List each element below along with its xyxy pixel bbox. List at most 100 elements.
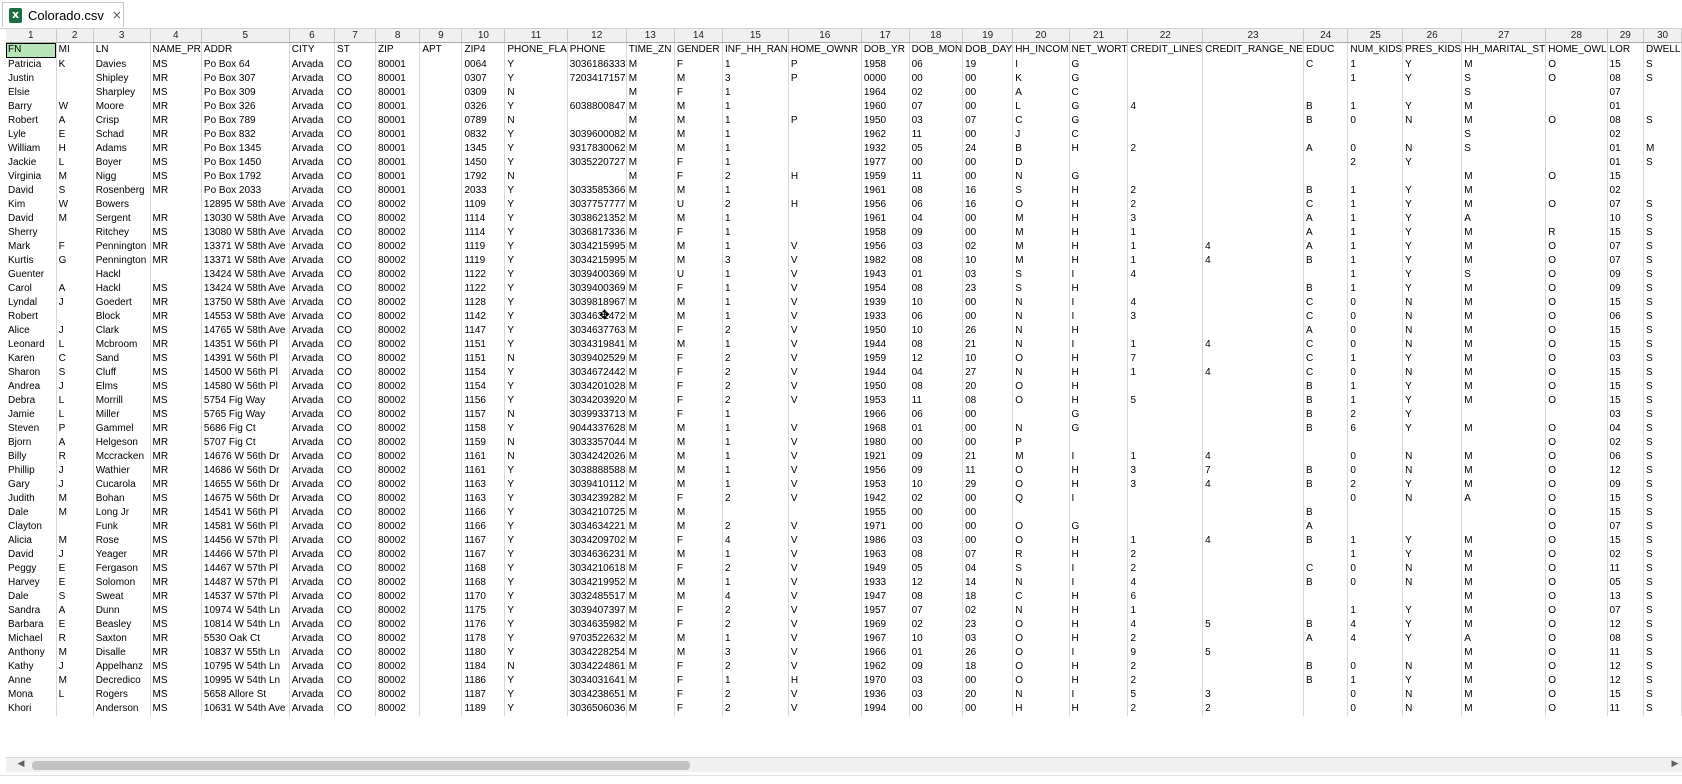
table-cell[interactable] [1127, 505, 1204, 520]
table-cell[interactable]: M [1461, 225, 1547, 240]
table-cell[interactable]: 08 [1607, 631, 1645, 646]
table-cell[interactable]: R [56, 631, 94, 646]
table-cell[interactable]: 14456 W 57th Pl [201, 533, 290, 548]
table-cell[interactable]: Bohan [93, 491, 151, 506]
table-cell[interactable]: Y [1402, 267, 1463, 282]
table-cell[interactable]: M [626, 533, 675, 548]
table-cell[interactable]: Y [1402, 99, 1463, 114]
table-cell[interactable] [1545, 99, 1608, 114]
table-cell[interactable]: 1971 [861, 519, 910, 534]
table-cell[interactable]: H [1069, 253, 1129, 268]
table-cell[interactable]: V [788, 603, 862, 618]
table-cell[interactable]: Y [504, 603, 568, 618]
table-cell[interactable]: S [1643, 645, 1682, 660]
table-cell[interactable]: M [626, 463, 675, 478]
table-cell[interactable]: 2 [1127, 197, 1204, 212]
table-cell[interactable]: MR [150, 421, 202, 436]
table-cell[interactable]: H [1069, 477, 1129, 492]
table-cell[interactable]: M [626, 561, 675, 576]
table-cell[interactable]: MR [150, 477, 202, 492]
table-cell[interactable]: Y [504, 645, 568, 660]
table-cell[interactable]: Fergason [93, 561, 151, 576]
table-cell[interactable]: C [1303, 351, 1349, 366]
table-cell[interactable]: Lyndal [6, 295, 57, 310]
table-cell[interactable]: 1950 [861, 323, 910, 338]
table-cell[interactable] [722, 505, 789, 520]
table-cell[interactable]: N [504, 169, 568, 184]
table-cell[interactable]: 06 [1607, 449, 1645, 464]
table-cell[interactable] [1202, 323, 1304, 338]
table-cell[interactable]: A [1461, 211, 1547, 226]
table-cell[interactable]: 3034210725 [567, 505, 627, 520]
table-cell[interactable]: 02 [1607, 183, 1645, 198]
table-cell[interactable]: Crisp [93, 113, 151, 128]
table-cell[interactable]: S [1643, 589, 1682, 604]
table-cell[interactable]: S [1643, 309, 1682, 324]
table-cell[interactable]: M [674, 99, 724, 114]
table-cell[interactable]: CO [334, 127, 377, 142]
table-cell[interactable]: Y [1402, 533, 1463, 548]
table-cell[interactable]: N [1402, 561, 1463, 576]
table-cell[interactable]: H [1069, 393, 1129, 408]
table-cell[interactable] [419, 239, 463, 254]
table-cell[interactable] [1545, 127, 1608, 142]
table-cell[interactable]: S [1461, 85, 1547, 100]
table-cell[interactable]: Y [504, 267, 568, 282]
table-cell[interactable]: Arvada [289, 463, 336, 478]
table-cell[interactable] [419, 547, 463, 562]
table-cell[interactable]: 2 [722, 617, 789, 632]
table-cell[interactable]: 07 [1607, 85, 1645, 100]
table-cell[interactable]: 1950 [861, 113, 910, 128]
table-cell[interactable]: 5707 Fig Ct [201, 435, 290, 450]
table-cell[interactable]: CO [334, 505, 377, 520]
table-cell[interactable]: S [1643, 673, 1682, 688]
table-cell[interactable]: 6 [1127, 589, 1204, 604]
table-cell[interactable]: O [1545, 435, 1608, 450]
table-cell[interactable]: 1 [1347, 533, 1404, 548]
table-cell[interactable]: B [1303, 113, 1349, 128]
table-cell[interactable]: 1166 [461, 505, 506, 520]
table-cell[interactable] [1347, 519, 1404, 534]
table-cell[interactable]: O [1012, 519, 1070, 534]
table-cell[interactable]: 1189 [461, 701, 506, 716]
table-cell[interactable]: Po Box 64 [201, 57, 290, 72]
table-cell[interactable]: 80002 [375, 477, 421, 492]
table-cell[interactable]: M [674, 519, 724, 534]
table-cell[interactable]: Arvada [289, 309, 336, 324]
table-cell[interactable]: 00 [962, 533, 1014, 548]
table-cell[interactable]: S [1643, 281, 1682, 296]
table-cell[interactable]: P [56, 421, 94, 436]
table-cell[interactable]: 2 [1347, 477, 1404, 492]
table-cell[interactable]: A [56, 113, 94, 128]
table-cell[interactable]: 80002 [375, 589, 421, 604]
table-cell[interactable]: O [1545, 687, 1608, 702]
table-cell[interactable]: S [1643, 519, 1682, 534]
table-cell[interactable]: B [1303, 575, 1349, 590]
table-cell[interactable]: Dale [6, 589, 57, 604]
table-cell[interactable]: 0 [1347, 323, 1404, 338]
table-cell[interactable]: F [674, 407, 724, 422]
table-cell[interactable]: M [626, 421, 675, 436]
table-cell[interactable]: P [788, 113, 862, 128]
table-cell[interactable]: M [626, 225, 675, 240]
table-cell[interactable] [56, 267, 94, 282]
table-cell[interactable]: 14765 W 58th Ave [201, 323, 290, 338]
table-cell[interactable]: 1147 [461, 323, 506, 338]
table-cell[interactable]: CO [334, 183, 377, 198]
table-cell[interactable]: F [674, 351, 724, 366]
table-cell[interactable]: L [56, 407, 94, 422]
table-cell[interactable]: 1 [722, 281, 789, 296]
table-cell[interactable] [567, 113, 627, 128]
table-cell[interactable]: M [626, 141, 675, 156]
table-cell[interactable]: 09 [909, 463, 964, 478]
table-cell[interactable] [1127, 71, 1204, 86]
table-cell[interactable] [1545, 211, 1608, 226]
table-cell[interactable]: 7 [1127, 351, 1204, 366]
table-cell[interactable]: 02 [1607, 435, 1645, 450]
table-cell[interactable]: 2 [1127, 561, 1204, 576]
table-cell[interactable]: J [56, 547, 94, 562]
table-cell[interactable] [1303, 127, 1349, 142]
table-cell[interactable] [1127, 323, 1204, 338]
table-cell[interactable] [150, 267, 202, 282]
table-cell[interactable]: 1963 [861, 547, 910, 562]
